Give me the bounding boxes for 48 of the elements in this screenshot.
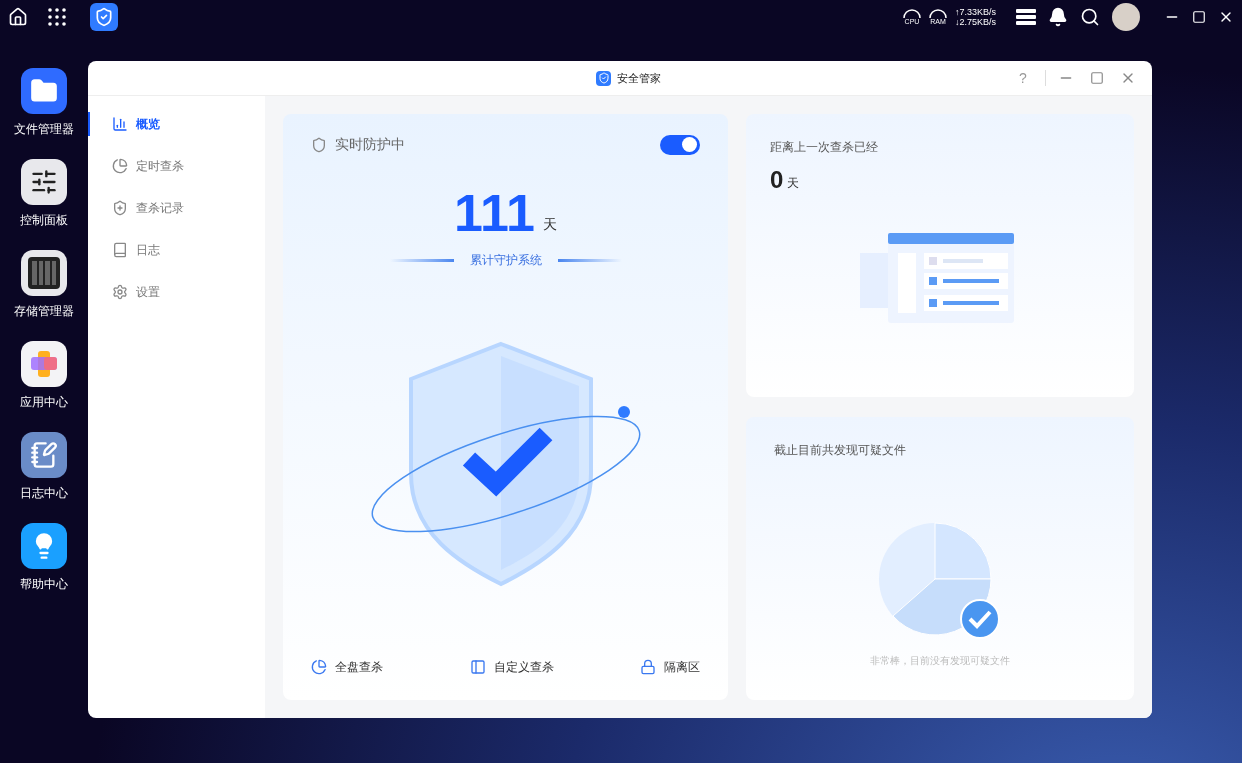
server-icon[interactable] <box>1016 9 1036 25</box>
last-scan-value: 0 <box>770 168 784 192</box>
notebook-app-icon[interactable] <box>21 432 67 478</box>
app-grid-icon[interactable] <box>48 8 66 26</box>
pie-icon <box>311 659 327 675</box>
lightbulb-app-icon[interactable] <box>21 523 67 569</box>
overlapping-squares-app-icon[interactable] <box>21 341 67 387</box>
shield-app-icon <box>596 70 611 86</box>
dock-label[interactable]: 控制面板 <box>20 212 68 228</box>
dock-label[interactable]: 日志中心 <box>20 485 68 501</box>
pie-icon <box>112 158 128 174</box>
protection-toggle[interactable] <box>660 134 700 155</box>
protection-label: 实时防护中 <box>335 135 405 154</box>
scan-action[interactable]: 隔离区 <box>640 658 700 676</box>
sliders-app-icon[interactable] <box>21 159 67 205</box>
dock-label[interactable]: 帮助中心 <box>20 576 68 592</box>
bell-icon[interactable] <box>1048 7 1068 27</box>
scan-action[interactable]: 自定义查杀 <box>469 658 554 676</box>
sidebar-item[interactable]: 设置 <box>88 280 265 304</box>
days-unit: 天 <box>543 215 557 234</box>
last-scan-unit: 天 <box>787 175 800 192</box>
window-title: 安全管家 <box>617 70 661 86</box>
upload-speed: ↑7.33KB/s <box>954 7 996 17</box>
active-app-icon[interactable] <box>90 3 118 31</box>
book-icon <box>112 242 128 258</box>
dock-label[interactable]: 存储管理器 <box>14 303 74 319</box>
drive-bay-app-icon[interactable] <box>21 250 67 296</box>
home-icon[interactable] <box>8 7 28 27</box>
dock-label[interactable]: 应用中心 <box>20 394 68 410</box>
last-scan-title: 距离上一次查杀已经 <box>770 139 879 156</box>
protected-days: 111 <box>454 187 535 239</box>
avatar[interactable] <box>1112 3 1140 31</box>
suspicious-title: 截止目前共发现可疑文件 <box>774 442 907 459</box>
scan-action[interactable]: 全盘查杀 <box>311 658 383 676</box>
shield-icon <box>112 200 128 216</box>
folder-app-icon[interactable] <box>21 68 67 114</box>
panel-icon <box>469 659 486 675</box>
shield-icon <box>311 136 327 153</box>
sidebar-item[interactable]: 日志 <box>88 238 265 262</box>
download-speed: ↓2.75KB/s <box>954 17 996 27</box>
protection-caption: 累计守护系统 <box>469 252 542 269</box>
lock-icon <box>640 659 656 675</box>
sidebar-item[interactable]: 定时查杀 <box>88 154 265 178</box>
dock-label[interactable]: 文件管理器 <box>14 121 74 137</box>
settings-icon <box>112 284 128 300</box>
search-icon[interactable] <box>1080 7 1100 27</box>
chart-icon <box>112 116 128 132</box>
sidebar-item[interactable]: 查杀记录 <box>88 196 265 220</box>
